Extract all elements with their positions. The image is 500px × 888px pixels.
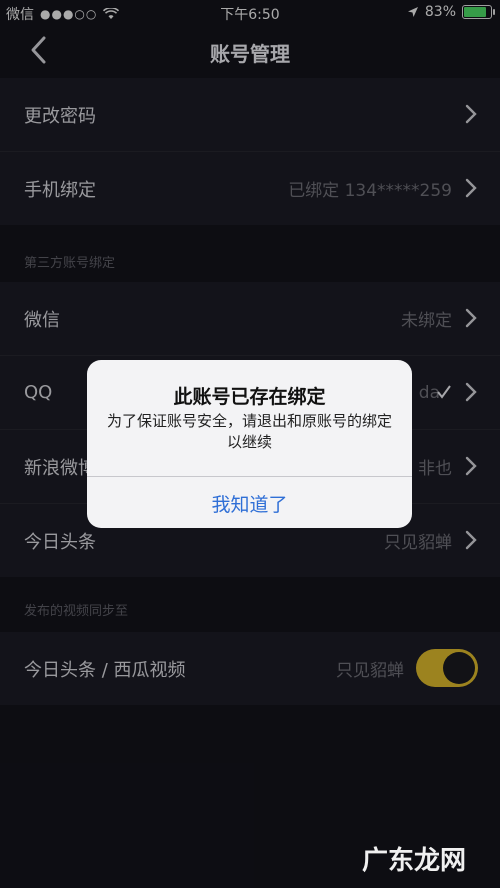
alert-message: 为了保证账号安全，请退出和原账号的绑定以继续 [106,412,392,451]
watermark-text: 广东龙网 [361,846,466,876]
alert-dialog: 此账号已存在绑定 为了保证账号安全，请退出和原账号的绑定以继续 我知道了 [87,360,412,528]
alert-ok-button[interactable]: 我知道了 [87,476,412,528]
alert-title: 此账号已存在绑定 [173,386,326,408]
